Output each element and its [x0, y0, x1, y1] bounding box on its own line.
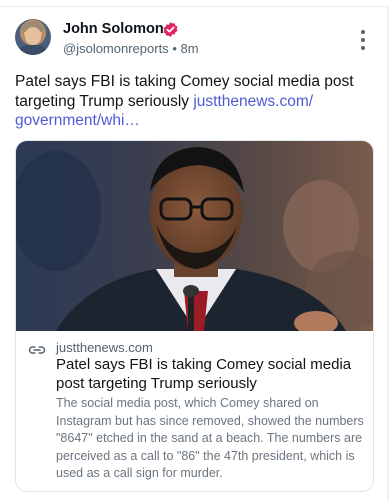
verified-badge-icon	[163, 22, 178, 37]
social-post: John Solomon @jsolomonreports • 8m Patel…	[0, 0, 389, 500]
author-meta: @jsolomonreports • 8m	[63, 41, 199, 56]
author-handle[interactable]: @jsolomonreports	[63, 41, 169, 56]
top-divider	[0, 6, 389, 7]
post-time[interactable]: 8m	[181, 41, 199, 56]
avatar[interactable]	[15, 19, 51, 55]
card-description: The social media post, which Comey share…	[56, 396, 364, 480]
link-icon	[28, 346, 46, 354]
card-footer: justthenews.com Patel says FBI is taking…	[16, 331, 373, 491]
link-preview-card[interactable]: justthenews.com Patel says FBI is taking…	[15, 140, 374, 492]
more-options-icon[interactable]	[356, 30, 370, 50]
card-title[interactable]: Patel says FBI is taking Comey social me…	[56, 356, 368, 393]
post-body: Patel says FBI is taking Comey social me…	[15, 72, 365, 131]
article-image[interactable]	[16, 141, 373, 331]
card-domain[interactable]: justthenews.com	[56, 340, 153, 355]
meta-separator: •	[172, 41, 177, 56]
author-name[interactable]: John Solomon	[63, 21, 164, 37]
